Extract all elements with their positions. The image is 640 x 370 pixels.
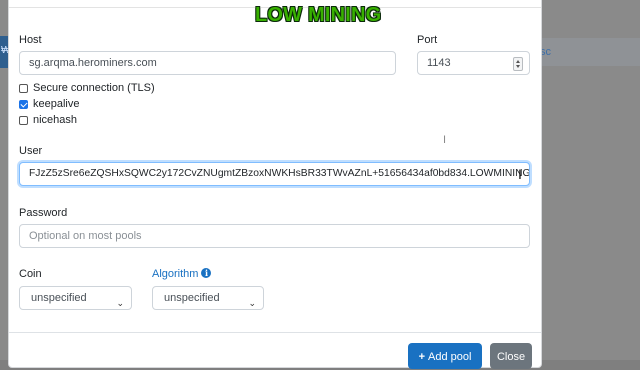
text-cursor-icon: I xyxy=(443,134,447,146)
algorithm-value: unspecified xyxy=(164,292,220,304)
nicehash-checkbox[interactable] xyxy=(19,115,28,125)
coin-label: Coin xyxy=(19,268,42,280)
port-label: Port xyxy=(417,34,438,46)
user-input[interactable]: FJzZ5zSre6eZQSHxSQWC2y172CvZNUgmtZBzoxNW… xyxy=(19,162,530,186)
nicehash-option[interactable]: nicehash xyxy=(19,113,77,127)
keepalive-checkbox[interactable] xyxy=(19,99,28,109)
tls-option[interactable]: Secure connection (TLS) xyxy=(19,81,155,95)
password-label: Password xyxy=(19,207,68,219)
host-label: Host xyxy=(19,34,42,46)
algorithm-label: Algorithm xyxy=(152,268,199,280)
mouse-ibeam-icon: I xyxy=(518,166,522,182)
tls-checkbox[interactable] xyxy=(19,83,28,93)
modal-footer-divider xyxy=(9,332,541,333)
keepalive-label: keepalive xyxy=(33,98,80,110)
chevron-down-icon: ⌄ xyxy=(248,298,256,308)
port-spinner-icon[interactable] xyxy=(513,57,523,71)
background-header-strip: sc xyxy=(540,38,640,66)
password-input[interactable]: Optional on most pools xyxy=(19,224,530,248)
port-input[interactable]: 1143 xyxy=(417,51,530,75)
algorithm-select[interactable]: unspecified ⌄ xyxy=(152,286,264,310)
video-overlay-title: LOW MINING xyxy=(255,4,382,26)
user-label: User xyxy=(19,145,43,157)
nicehash-label: nicehash xyxy=(33,114,78,126)
add-pool-button[interactable]: + Add pool xyxy=(408,343,482,369)
add-pool-label: Add pool xyxy=(428,351,472,363)
algorithm-label-row: Algorithm i xyxy=(152,268,212,280)
port-value: 1143 xyxy=(427,57,451,69)
host-input[interactable]: sg.arqma.herominers.com xyxy=(19,51,396,75)
coin-select[interactable]: unspecified ⌄ xyxy=(19,286,132,310)
coin-value: unspecified xyxy=(31,292,87,304)
tls-label: Secure connection (TLS) xyxy=(33,82,155,94)
chevron-down-icon: ⌄ xyxy=(116,298,124,308)
plus-icon: + xyxy=(418,351,425,363)
info-icon[interactable]: i xyxy=(201,268,212,278)
close-button[interactable]: Close xyxy=(490,343,532,369)
add-pool-modal: Host sg.arqma.herominers.com Port 1143 S… xyxy=(8,0,542,369)
keepalive-option[interactable]: keepalive xyxy=(19,97,79,111)
